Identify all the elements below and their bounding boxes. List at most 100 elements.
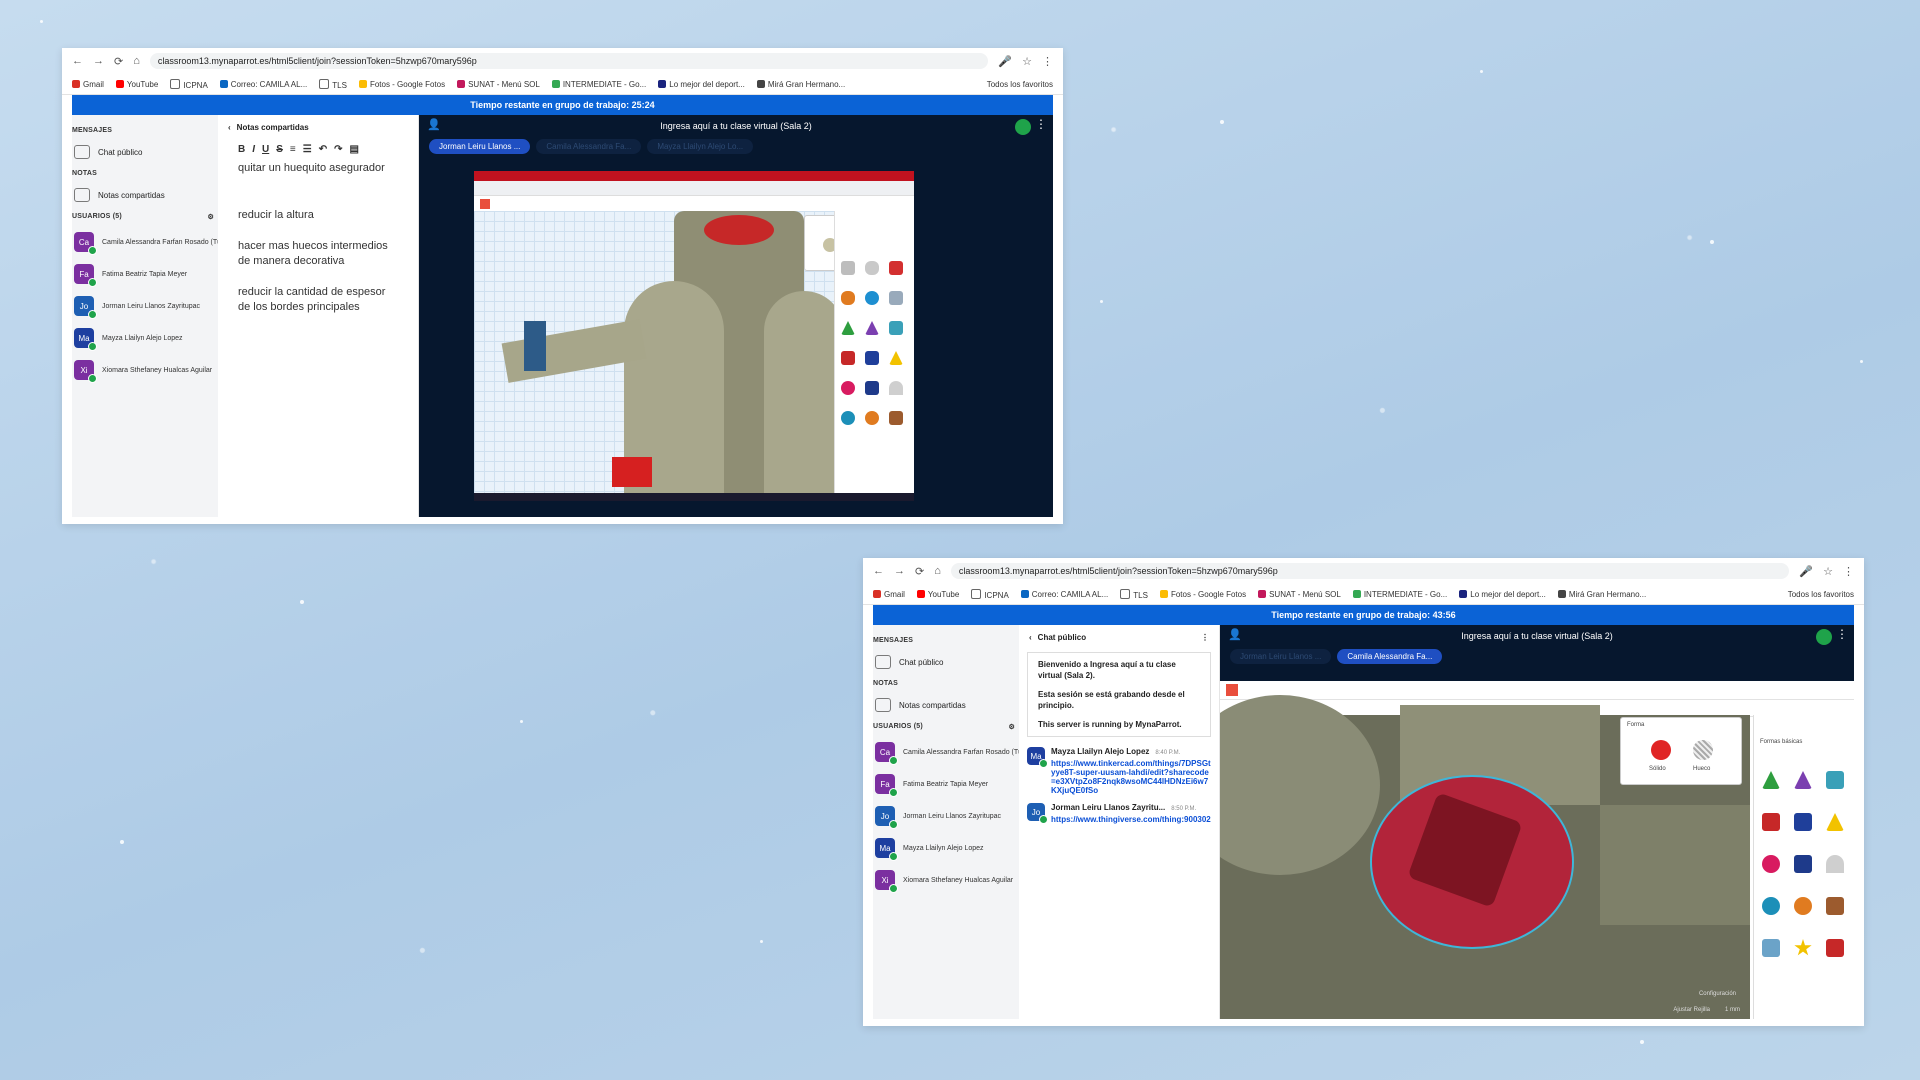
- user-item[interactable]: Jo Jorman Leiru Llanos Zayritupac: [72, 290, 218, 322]
- bookmark-all[interactable]: Todos los favoritos: [987, 80, 1053, 89]
- speaker-pill[interactable]: Jorman Leiru Llanos ...: [429, 139, 531, 154]
- shared-screen[interactable]: CASCO Importar Exportar Enviar a Forma S…: [1220, 681, 1854, 1019]
- strikethrough-button[interactable]: S: [276, 144, 283, 155]
- shape-cone[interactable]: [1794, 771, 1812, 789]
- speaker-pill[interactable]: Jorman Leiru Llanos ...: [1230, 649, 1332, 664]
- bookmark-fotos[interactable]: Fotos - Google Fotos: [1159, 589, 1246, 599]
- bookmark-tls[interactable]: TLS: [1120, 588, 1148, 600]
- bookmark-correo[interactable]: Correo: CAMILA AL...: [219, 79, 307, 89]
- connection-icon[interactable]: [1015, 119, 1031, 135]
- bold-button[interactable]: B: [238, 144, 245, 155]
- star-icon[interactable]: ☆: [1022, 55, 1032, 68]
- user-item[interactable]: Jo Jorman Leiru Llanos Zayritupac: [873, 800, 1019, 832]
- export-button[interactable]: ▤: [350, 144, 359, 155]
- forward-icon[interactable]: →: [894, 565, 905, 577]
- shape-roof[interactable]: [1762, 771, 1780, 789]
- public-chat-item[interactable]: Chat público: [873, 650, 1019, 674]
- shape-polygon[interactable]: [1794, 855, 1812, 873]
- send-to-button[interactable]: Enviar a: [1826, 705, 1848, 711]
- bookmark-gran-hermano[interactable]: Mirá Gran Hermano...: [756, 79, 845, 89]
- shape-half-sphere[interactable]: [1762, 855, 1780, 873]
- shape-roof[interactable]: [841, 321, 855, 335]
- shape-ring[interactable]: [865, 411, 879, 425]
- import-button[interactable]: Importar: [1753, 705, 1775, 711]
- shape-half-sphere[interactable]: [841, 381, 855, 395]
- menu-dots-icon[interactable]: ⋮: [1201, 633, 1209, 642]
- shape-tube[interactable]: [1794, 813, 1812, 831]
- shape-ring[interactable]: [1794, 897, 1812, 915]
- settings-link[interactable]: Configuración: [1699, 991, 1736, 997]
- mic-icon[interactable]: 🎤: [998, 55, 1012, 68]
- shape-sphere[interactable]: [865, 291, 879, 305]
- speaker-pill[interactable]: Mayza Llailyn Alejo Lo...: [647, 139, 754, 154]
- star-icon[interactable]: ☆: [1823, 565, 1833, 578]
- bookmark-intermediate[interactable]: INTERMEDIATE - Go...: [1352, 589, 1447, 599]
- menu-dots-icon[interactable]: ⋮: [1042, 55, 1053, 68]
- user-icon[interactable]: 👤: [1228, 628, 1242, 641]
- menu-dots-icon[interactable]: ⋮: [1836, 627, 1848, 641]
- menu-dots-icon[interactable]: ⋮: [1035, 117, 1047, 131]
- redo-button[interactable]: ↷: [334, 144, 342, 155]
- connection-icon[interactable]: [1816, 629, 1832, 645]
- shape-icosahedron[interactable]: [1826, 897, 1844, 915]
- shape-tube[interactable]: [865, 351, 879, 365]
- shape-star[interactable]: [1794, 939, 1812, 956]
- public-chat-item[interactable]: Chat público: [72, 140, 218, 164]
- shape-pyramid[interactable]: [889, 351, 903, 365]
- bookmark-intermediate[interactable]: INTERMEDIATE - Go...: [551, 79, 646, 89]
- user-item[interactable]: Fa Fatima Beatriz Tapia Meyer: [873, 768, 1019, 800]
- user-item[interactable]: Ma Mayza Llailyn Alejo Lopez: [72, 322, 218, 354]
- shape-box-red[interactable]: [889, 261, 903, 275]
- shape-icosahedron[interactable]: [889, 411, 903, 425]
- gear-icon[interactable]: ⚙: [1009, 723, 1015, 731]
- bookmark-icpna[interactable]: ICPNA: [170, 78, 208, 90]
- italic-button[interactable]: I: [252, 144, 255, 155]
- shape-scribble[interactable]: [889, 291, 903, 305]
- mic-icon[interactable]: 🎤: [1799, 565, 1813, 578]
- undo-button[interactable]: ↶: [319, 144, 327, 155]
- shape-paraboloid[interactable]: [889, 381, 903, 395]
- speaker-pill[interactable]: Camila Alessandra Fa...: [1337, 649, 1443, 664]
- chevron-left-icon[interactable]: ‹: [1029, 633, 1032, 642]
- workplane[interactable]: [474, 211, 896, 501]
- bookmark-icpna[interactable]: ICPNA: [971, 588, 1009, 600]
- message-link[interactable]: https://www.thingiverse.com/thing:900302: [1051, 815, 1211, 824]
- user-icon[interactable]: 👤: [427, 118, 441, 131]
- bullet-list-button[interactable]: ☰: [303, 144, 312, 155]
- bookmark-all[interactable]: Todos los favoritos: [1788, 590, 1854, 599]
- address-bar[interactable]: classroom13.mynaparrot.es/html5client/jo…: [149, 53, 989, 69]
- bookmark-deporte[interactable]: Lo mejor del deport...: [658, 79, 745, 89]
- home-icon[interactable]: ⌂: [133, 55, 140, 67]
- notes-editor[interactable]: quitar un huequito asegurador reducir la…: [218, 159, 418, 315]
- bookmark-gmail[interactable]: Gmail: [873, 589, 905, 599]
- shape-polygon[interactable]: [865, 381, 879, 395]
- bookmark-gran-hermano[interactable]: Mirá Gran Hermano...: [1557, 589, 1646, 599]
- shape-text[interactable]: [1762, 813, 1780, 831]
- shape-cone[interactable]: [865, 321, 879, 335]
- bookmark-sunat[interactable]: SUNAT - Menú SOL: [1258, 589, 1341, 599]
- bookmark-sunat[interactable]: SUNAT - Menú SOL: [457, 79, 540, 89]
- shared-notes-item[interactable]: Notas compartidas: [873, 693, 1019, 717]
- bookmark-deporte[interactable]: Lo mejor del deport...: [1459, 589, 1546, 599]
- shape-torus[interactable]: [1762, 897, 1780, 915]
- back-icon[interactable]: ←: [873, 565, 884, 577]
- shared-screen[interactable]: CASCO: [474, 171, 914, 501]
- shape-paraboloid[interactable]: [1826, 855, 1844, 873]
- shape-scribble[interactable]: [1762, 939, 1780, 957]
- shape-torus[interactable]: [841, 411, 855, 425]
- solid-color-swatch[interactable]: [1651, 740, 1671, 760]
- shapes-category[interactable]: Formas básicas: [1760, 739, 1802, 745]
- reload-icon[interactable]: ⟳: [114, 55, 123, 68]
- speaker-pill[interactable]: Camila Alessandra Fa...: [536, 139, 642, 154]
- user-item[interactable]: Ca Camila Alessandra Farfan Rosado (Tú): [873, 736, 1019, 768]
- hole-swatch[interactable]: [1693, 740, 1713, 760]
- shape-round-roof[interactable]: [889, 321, 903, 335]
- shape-text[interactable]: [841, 351, 855, 365]
- bookmark-youtube[interactable]: YouTube: [916, 589, 959, 599]
- shared-notes-item[interactable]: Notas compartidas: [72, 183, 218, 207]
- export-button[interactable]: Exportar: [1789, 705, 1812, 711]
- address-bar[interactable]: classroom13.mynaparrot.es/html5client/jo…: [950, 563, 1790, 579]
- user-item[interactable]: Ca Camila Alessandra Farfan Rosado (Tú): [72, 226, 218, 258]
- forward-icon[interactable]: →: [93, 55, 104, 67]
- bookmark-fotos[interactable]: Fotos - Google Fotos: [358, 79, 445, 89]
